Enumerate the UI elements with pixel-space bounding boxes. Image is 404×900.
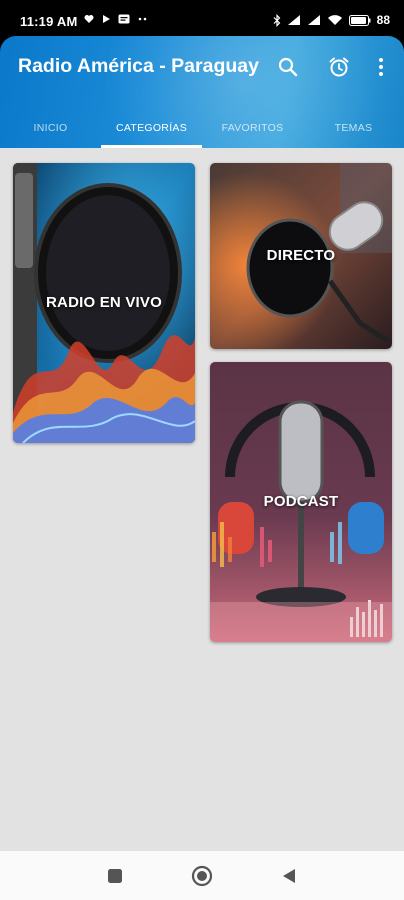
recents-button[interactable] — [103, 864, 127, 888]
alarm-button[interactable] — [324, 52, 354, 82]
recents-square-icon — [108, 869, 122, 883]
more-options-button[interactable] — [366, 52, 396, 82]
system-nav-bar — [0, 851, 404, 900]
app-bar: Radio América - Paraguay INICIO CATEGORÍ… — [0, 36, 404, 148]
more-dots-icon — [138, 17, 147, 21]
category-label: PODCAST — [263, 493, 339, 510]
tab-indicator — [101, 145, 202, 148]
heart-notification-icon — [84, 15, 94, 23]
search-button[interactable] — [273, 52, 303, 82]
battery-level: 88 — [376, 13, 390, 27]
battery-icon — [348, 14, 371, 26]
status-notifications — [84, 14, 149, 24]
app-title: Radio América - Paraguay — [18, 55, 259, 77]
wifi-icon — [327, 15, 342, 25]
signal-icon — [287, 15, 300, 25]
tab-inicio[interactable]: INICIO — [0, 108, 101, 148]
home-circle-icon — [191, 865, 213, 887]
bluetooth-icon — [273, 13, 280, 27]
category-card-radio-en-vivo[interactable]: RADIO EN VIVO — [13, 163, 195, 443]
back-button[interactable] — [277, 864, 301, 888]
tab-temas[interactable]: TEMAS — [303, 108, 404, 148]
status-system-icons: 88 — [273, 13, 390, 27]
tab-favoritos[interactable]: FAVORITOS — [202, 108, 303, 148]
tab-label: TEMAS — [334, 122, 373, 134]
tab-label: CATEGORÍAS — [115, 122, 188, 134]
signal-icon-2 — [307, 15, 320, 25]
message-notification-icon — [118, 14, 130, 24]
alarm-icon — [329, 57, 349, 77]
more-vert-icon — [379, 58, 383, 76]
category-label: DIRECTO — [266, 247, 336, 264]
status-time: 11:19 AM — [20, 14, 78, 29]
search-icon — [278, 57, 298, 77]
tab-categorias[interactable]: CATEGORÍAS — [101, 108, 202, 148]
back-triangle-icon — [283, 869, 295, 883]
status-bar: 11:19 AM 88 — [0, 0, 404, 36]
category-card-podcast[interactable]: PODCAST — [210, 362, 392, 642]
tab-label: INICIO — [33, 122, 68, 134]
category-card-directo[interactable]: DIRECTO — [210, 163, 392, 349]
tab-bar: INICIO CATEGORÍAS FAVORITOS TEMAS — [0, 108, 404, 148]
tab-label: FAVORITOS — [221, 122, 284, 134]
category-label: RADIO EN VIVO — [46, 294, 162, 311]
categories-grid: RADIO EN VIVO DIRECTO PODCAST — [0, 148, 404, 851]
home-button[interactable] — [190, 864, 214, 888]
play-notification-icon — [103, 15, 110, 23]
